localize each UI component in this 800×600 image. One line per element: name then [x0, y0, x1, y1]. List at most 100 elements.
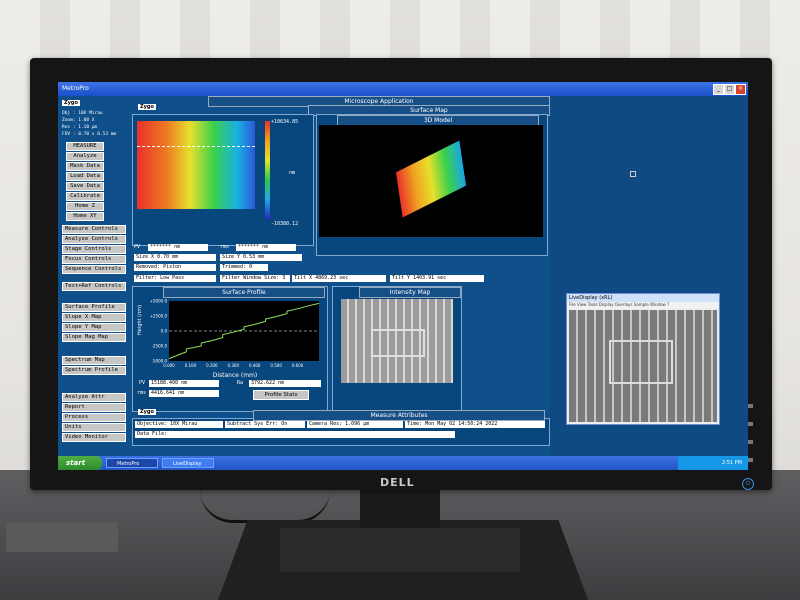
- filter-field: Filter: Low Pass: [134, 275, 216, 282]
- x-tick-label: 0.100: [185, 363, 197, 368]
- home-z-button[interactable]: Home Z: [66, 202, 104, 211]
- rms-field: ******* nm: [236, 244, 296, 251]
- pv-label: PV: [134, 244, 141, 250]
- info-line: Obj : 10X Mirau: [62, 111, 103, 116]
- save-data-button[interactable]: Save Data: [66, 182, 104, 191]
- intensity-map-image[interactable]: [341, 299, 453, 383]
- stage-controls-button[interactable]: Stage Controls: [62, 245, 126, 254]
- home-xy-button[interactable]: Home XY: [66, 212, 104, 221]
- slope-y-map-button[interactable]: Slope Y Map: [62, 323, 126, 332]
- live-display-image[interactable]: [569, 310, 717, 422]
- objective-field: Objective: 10X Mirau: [135, 421, 223, 428]
- video-monitor-button[interactable]: Video Monitor: [62, 433, 126, 442]
- slope-mag-map-button[interactable]: Slope Mag Map: [62, 333, 126, 342]
- analyze-button[interactable]: Analyze: [66, 152, 104, 161]
- spectrum-profile-button[interactable]: Spectrum Profile: [62, 366, 126, 375]
- rms-label: rms: [220, 244, 230, 250]
- monitor-cable: [200, 490, 330, 523]
- desktop-icon[interactable]: [630, 171, 636, 177]
- y-tick-label: +2500.0: [150, 314, 168, 319]
- profile-xlabel: Distance (mm): [213, 372, 258, 379]
- power-icon[interactable]: ⏻: [742, 478, 754, 490]
- measure-controls-button[interactable]: Measure Controls: [62, 225, 126, 234]
- left-column: Zygo Obj : 10X Mirau Zoom: 1.00 X Res : …: [62, 100, 128, 445]
- scale-unit: nm: [289, 170, 296, 176]
- mask-data-button[interactable]: Mask Data: [66, 162, 104, 171]
- pv-field: ******* nm: [148, 244, 208, 251]
- camera-res-field: Camera Res: 1.096 µm: [307, 421, 403, 428]
- 3d-model-panel: 3D Model: [316, 114, 548, 256]
- objective-info: Obj : 10X Mirau Zoom: 1.00 X Res : 1.10 …: [62, 110, 128, 138]
- x-tick-label: 0.000: [163, 363, 175, 368]
- load-data-button[interactable]: Load Data: [66, 172, 104, 181]
- maximize-button[interactable]: □: [724, 84, 735, 95]
- measure-attributes-title: Measure Attributes: [253, 410, 545, 421]
- live-display-title: LiveDisplay (xRL): [567, 294, 719, 302]
- profile-ra-field: 3792.622 nm: [249, 380, 321, 387]
- profile-pv-field: 15188.400 nm: [149, 380, 219, 387]
- info-line: Zoom: 1.00 X: [62, 118, 95, 123]
- y-tick-label: +5000.0: [150, 299, 168, 304]
- analyze-attr-button[interactable]: Analyze Attr: [62, 393, 126, 402]
- system-tray: 2:51 PM: [678, 456, 748, 470]
- live-display-menu[interactable]: File View Tools Display Overlays Sample …: [567, 302, 719, 308]
- surface-profile-button[interactable]: Surface Profile: [62, 303, 126, 312]
- desk-tray: [6, 522, 118, 552]
- surface-profile-chart[interactable]: +5000.0+2500.00.0-2500.0-5000.00.000 0.10…: [135, 297, 323, 379]
- analyze-controls-button[interactable]: Analyze Controls: [62, 235, 126, 244]
- profile-ra-label: Ra: [237, 380, 244, 386]
- taskbar-item-metropro[interactable]: MetroPro: [106, 458, 158, 468]
- report-button[interactable]: Report: [62, 403, 126, 412]
- subtract-sys-err-field: Subtract Sys Err: On: [225, 421, 305, 428]
- color-scale-bar: [265, 121, 270, 219]
- intensity-map-panel: Intensity Map: [332, 286, 462, 412]
- live-display-window[interactable]: LiveDisplay (xRL) File View Tools Displa…: [566, 293, 720, 425]
- tilt-y-field: Tilt Y 1403.91 sec: [390, 275, 484, 282]
- close-button[interactable]: ×: [735, 84, 746, 95]
- monitor-logo: DELL: [380, 476, 415, 489]
- calibrate-button[interactable]: Calibrate: [66, 192, 104, 201]
- surface-map-panel: +10634.85 nm -10380.12: [132, 114, 314, 246]
- intensity-map-title: Intensity Map: [359, 287, 461, 298]
- profile-stats-button[interactable]: Profile Stats: [253, 390, 309, 400]
- y-tick-label: 0.0: [161, 329, 168, 334]
- sequence-controls-button[interactable]: Sequence Controls: [62, 265, 126, 274]
- slope-x-map-button[interactable]: Slope X Map: [62, 313, 126, 322]
- time-field: Time: Mon May 02 14:50:24 2022: [405, 421, 545, 428]
- minimize-button[interactable]: _: [713, 84, 724, 95]
- zygo-logo: Zygo: [138, 409, 156, 415]
- 3d-model-view[interactable]: [319, 125, 543, 237]
- filter-window-field: Filter Window Size: 3: [220, 275, 290, 282]
- clock: 2:51 PM: [721, 460, 742, 466]
- x-tick-label: 0.300: [228, 363, 240, 368]
- size-y-field: Size Y 0.53 mm: [220, 254, 302, 261]
- measure-attributes-panel: Measure Attributes Objective: 10X Mirau …: [132, 410, 550, 446]
- info-line: Res : 1.10 µm: [62, 125, 98, 130]
- units-button[interactable]: Units: [62, 423, 126, 432]
- monitor-stand-neck: [360, 488, 440, 528]
- process-button[interactable]: Process: [62, 413, 126, 422]
- screen: MetroPro _ □ × Zygo Obj : 10X Mirau Zoom…: [58, 82, 748, 470]
- taskbar-item-livedisplay[interactable]: LiveDisplay (xRL): [162, 458, 214, 468]
- zygo-logo: Zygo: [138, 104, 156, 110]
- y-tick-label: -2500.0: [152, 344, 168, 349]
- start-button[interactable]: start: [58, 456, 102, 470]
- window-titlebar: MetroPro _ □ ×: [58, 82, 748, 96]
- x-tick-label: 0.600: [292, 363, 304, 368]
- measure-button[interactable]: MEASURE: [66, 142, 104, 151]
- x-tick-label: 0.400: [249, 363, 261, 368]
- spectrum-map-button[interactable]: Spectrum Map: [62, 356, 126, 365]
- test-ref-controls-button[interactable]: Test+Ref Controls: [62, 282, 126, 291]
- data-file-field: Data File:: [135, 431, 455, 438]
- 3d-surface-render: [395, 140, 467, 218]
- tilt-x-field: Tilt X 4869.23 sec: [292, 275, 386, 282]
- profile-pv-label: PV: [139, 380, 146, 386]
- x-tick-label: 0.200: [206, 363, 218, 368]
- x-tick-label: 0.500: [270, 363, 282, 368]
- profile-ylabel: Height (nm): [137, 305, 143, 335]
- removed-field: Removed: Piston: [134, 264, 216, 271]
- focus-controls-button[interactable]: Focus Controls: [62, 255, 126, 264]
- trimmed-field: Trimmed: 0: [220, 264, 268, 271]
- profile-line[interactable]: [137, 146, 255, 148]
- profile-rms-label: rms: [137, 390, 147, 396]
